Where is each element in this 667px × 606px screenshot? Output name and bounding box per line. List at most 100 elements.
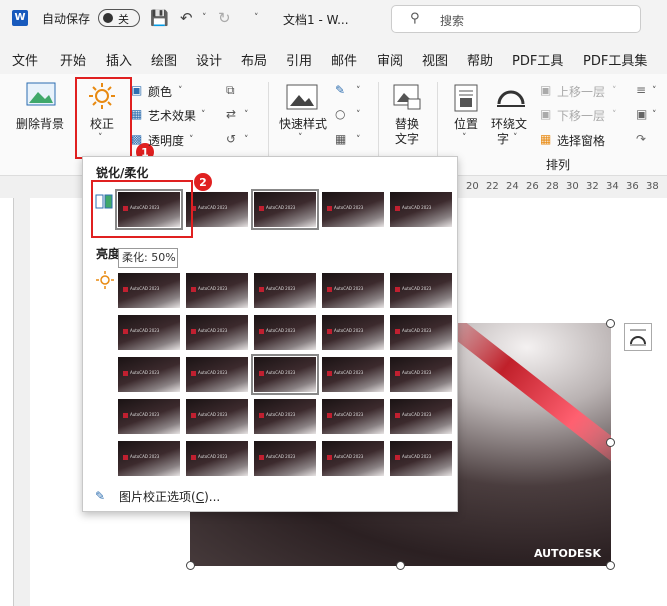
group-dropdown-icon[interactable]: ˅ [652, 110, 657, 120]
align-icon[interactable]: ≡ [636, 83, 646, 97]
correction-thumbnail[interactable]: AutoCAD 2023 [390, 192, 452, 227]
picture-layout-dropdown-icon[interactable]: ˅ [356, 135, 361, 145]
resize-handle[interactable] [606, 319, 615, 328]
correction-thumbnail[interactable]: AutoCAD 2023 [322, 399, 384, 434]
tab-insert[interactable]: 插入 [106, 50, 132, 69]
picture-corrections-options-link[interactable]: 图片校正选项(C)... [119, 488, 220, 505]
remove-background-icon [26, 82, 56, 106]
correction-thumbnail[interactable]: AutoCAD 2023 [322, 273, 384, 308]
correction-thumbnail[interactable]: AutoCAD 2023 [186, 399, 248, 434]
picture-border-icon[interactable]: ✎ [335, 83, 345, 97]
correction-thumbnail[interactable]: AutoCAD 2023 [118, 399, 180, 434]
position-dropdown-icon[interactable]: ˅ [462, 133, 467, 143]
remove-background-button[interactable]: 删除背景 [16, 115, 64, 132]
alt-text-label-line2[interactable]: 文字 [395, 130, 419, 147]
color-button[interactable]: 颜色 [148, 83, 172, 100]
correction-thumbnail[interactable]: AutoCAD 2023 [322, 192, 384, 227]
tab-review[interactable]: 审阅 [377, 50, 403, 69]
picture-effects-dropdown-icon[interactable]: ˅ [356, 110, 361, 120]
correction-thumbnail[interactable]: AutoCAD 2023 [254, 399, 316, 434]
correction-thumbnail[interactable]: AutoCAD 2023 [186, 192, 248, 227]
artistic-dropdown-icon[interactable]: ˅ [201, 110, 206, 120]
undo-dropdown-icon[interactable]: ˅ [202, 13, 207, 23]
send-backward-dropdown-icon[interactable]: ˅ [612, 110, 617, 120]
transparency-dropdown-icon[interactable]: ˅ [189, 135, 194, 145]
correction-thumbnail[interactable]: AutoCAD 2023 [390, 273, 452, 308]
send-backward-button[interactable]: 下移一层 [557, 107, 605, 124]
brightness-contrast-heading: 亮度 [96, 247, 121, 261]
bring-forward-dropdown-icon[interactable]: ˅ [612, 86, 617, 96]
tab-design[interactable]: 设计 [196, 50, 222, 69]
selection-pane-button[interactable]: 选择窗格 [557, 132, 605, 149]
quick-styles-button[interactable]: 快速样式 [279, 115, 327, 132]
tab-mailings[interactable]: 邮件 [331, 50, 357, 69]
correction-thumbnail[interactable]: AutoCAD 2023 [322, 315, 384, 350]
tab-view[interactable]: 视图 [422, 50, 448, 69]
quick-styles-dropdown-icon[interactable]: ˅ [298, 133, 303, 143]
correction-thumbnail[interactable]: AutoCAD 2023 [322, 357, 384, 392]
resize-handle[interactable] [606, 438, 615, 447]
correction-thumbnail[interactable]: AutoCAD 2023 [254, 273, 316, 308]
undo-icon[interactable]: ↶ [180, 9, 193, 27]
position-button[interactable]: 位置 [454, 115, 478, 132]
reset-picture-dropdown-icon[interactable]: ˅ [244, 135, 249, 145]
correction-thumbnail[interactable]: AutoCAD 2023 [254, 315, 316, 350]
thumbnail-caption: AutoCAD 2023 [130, 286, 160, 291]
correction-thumbnail[interactable]: AutoCAD 2023 [186, 273, 248, 308]
tab-layout[interactable]: 布局 [241, 50, 267, 69]
thumbnail-caption: AutoCAD 2023 [198, 286, 228, 291]
artistic-effects-button[interactable]: 艺术效果 [148, 107, 196, 124]
tab-pdf-toolset[interactable]: PDF工具集 [583, 50, 647, 69]
transparency-button[interactable]: 透明度 [148, 132, 184, 149]
tab-home[interactable]: 开始 [60, 50, 86, 69]
correction-thumbnail[interactable]: AutoCAD 2023 [186, 315, 248, 350]
save-icon[interactable]: 💾 [150, 9, 169, 27]
correction-thumbnail[interactable]: AutoCAD 2023 [186, 441, 248, 476]
correction-thumbnail[interactable]: AutoCAD 2023 [251, 189, 319, 230]
picture-effects-icon[interactable]: ○ [335, 107, 345, 121]
tab-references[interactable]: 引用 [286, 50, 312, 69]
bring-forward-button[interactable]: 上移一层 [557, 83, 605, 100]
layout-options-button[interactable] [624, 323, 652, 351]
correction-thumbnail[interactable]: AutoCAD 2023 [322, 441, 384, 476]
redo-icon[interactable]: ↻ [218, 9, 231, 27]
rotate-icon[interactable]: ↷ [636, 132, 646, 146]
correction-thumbnail[interactable]: AutoCAD 2023 [254, 441, 316, 476]
search-box[interactable]: ⚲ 搜索 [391, 5, 641, 33]
correction-thumbnail[interactable]: AutoCAD 2023 [390, 357, 452, 392]
thumbnail-caption: AutoCAD 2023 [334, 286, 364, 291]
reset-picture-icon[interactable]: ↺ [226, 132, 236, 146]
resize-handle[interactable] [606, 561, 615, 570]
tab-draw[interactable]: 绘图 [151, 50, 177, 69]
color-dropdown-icon[interactable]: ˅ [178, 86, 183, 96]
ruler-number: 38 [646, 181, 659, 192]
change-picture-dropdown-icon[interactable]: ˅ [244, 110, 249, 120]
correction-thumbnail[interactable]: AutoCAD 2023 [118, 273, 180, 308]
customize-qat-icon[interactable]: ˅ [254, 13, 259, 23]
correction-thumbnail[interactable]: AutoCAD 2023 [118, 441, 180, 476]
resize-handle[interactable] [396, 561, 405, 570]
autosave-toggle[interactable]: 关 [98, 9, 140, 27]
wrap-text-dropdown-icon[interactable]: ˅ [513, 133, 518, 143]
compress-pictures-icon[interactable]: ⧉ [226, 83, 235, 98]
autosave-state: 关 [118, 13, 129, 26]
wrap-text-label-line2[interactable]: 字 [497, 130, 509, 147]
bring-forward-icon: ▣ [540, 83, 552, 97]
ribbon-separator [378, 82, 379, 162]
group-icon[interactable]: ▣ [636, 107, 647, 121]
change-picture-icon[interactable]: ⇄ [226, 107, 236, 121]
picture-layout-icon[interactable]: ▦ [335, 132, 346, 146]
correction-thumbnail[interactable]: AutoCAD 2023 [390, 315, 452, 350]
tab-pdf-tools[interactable]: PDF工具 [512, 50, 563, 69]
tab-file[interactable]: 文件 [12, 50, 38, 69]
correction-thumbnail[interactable]: AutoCAD 2023 [390, 399, 452, 434]
correction-thumbnail[interactable]: AutoCAD 2023 [251, 354, 319, 395]
picture-border-dropdown-icon[interactable]: ˅ [356, 86, 361, 96]
correction-thumbnail[interactable]: AutoCAD 2023 [186, 357, 248, 392]
align-dropdown-icon[interactable]: ˅ [652, 86, 657, 96]
correction-thumbnail[interactable]: AutoCAD 2023 [390, 441, 452, 476]
tab-help[interactable]: 帮助 [467, 50, 493, 69]
correction-thumbnail[interactable]: AutoCAD 2023 [118, 357, 180, 392]
resize-handle[interactable] [186, 561, 195, 570]
correction-thumbnail[interactable]: AutoCAD 2023 [118, 315, 180, 350]
